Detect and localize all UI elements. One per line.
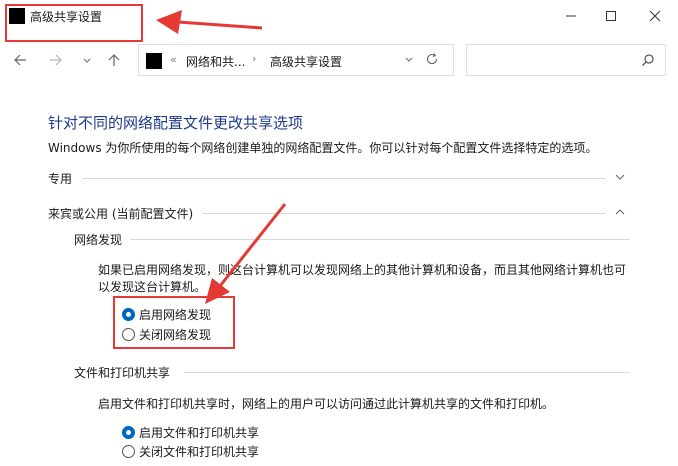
annotation-arrow-radio bbox=[205, 203, 287, 304]
annotation-arrows bbox=[156, 10, 287, 304]
annotation-arrow-title bbox=[156, 10, 263, 34]
